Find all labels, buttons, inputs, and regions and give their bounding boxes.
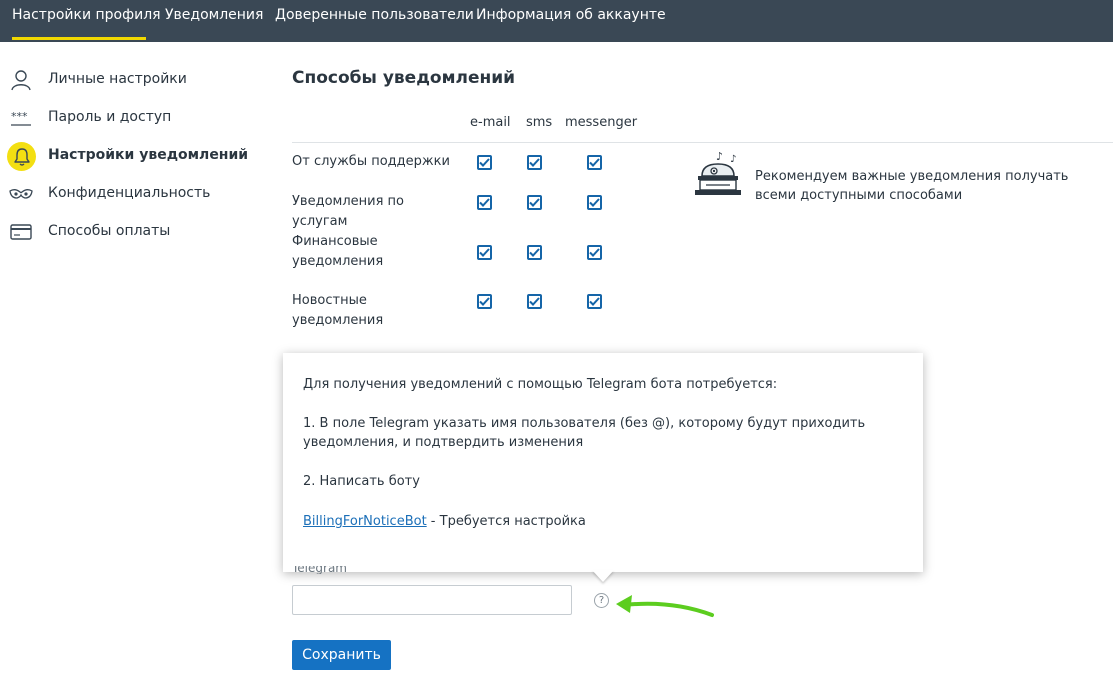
row-label-news: Новостные уведомления — [292, 293, 384, 328]
checkbox-email[interactable] — [477, 245, 492, 260]
card-icon — [8, 219, 34, 245]
telegram-label: Telegram — [292, 566, 347, 574]
save-button[interactable]: Сохранить — [292, 640, 391, 670]
popup-step2: 2. Написать боту — [303, 474, 420, 489]
column-header-messenger: messenger — [565, 115, 638, 130]
popup-pointer — [592, 570, 614, 582]
telegram-help-popup: Для получения уведомлений с помощью Tele… — [283, 353, 923, 572]
tab-account-info[interactable]: Информация об аккаунте — [476, 0, 666, 42]
help-icon[interactable]: ? — [594, 593, 609, 608]
popup-bot-line: BillingForNoticeBot - Требуется настройк… — [303, 512, 903, 531]
sidebar-item-label: Личные настройки — [48, 71, 187, 87]
checkbox-messenger[interactable] — [587, 195, 602, 210]
sidebar-item-password[interactable]: *** Пароль и доступ — [0, 101, 260, 135]
recommendation-text: Рекомендуем важные уведомления получать … — [755, 169, 1069, 203]
telegram-input[interactable] — [292, 585, 572, 615]
column-header-sms: sms — [526, 115, 553, 130]
column-header-email: e-mail — [470, 115, 511, 130]
checkmark-icon — [589, 297, 600, 306]
checkmark-icon — [479, 198, 490, 207]
checkmark-icon — [529, 198, 540, 207]
sidebar-item-label: Конфиденциальность — [48, 185, 211, 201]
sidebar-item-payment-methods[interactable]: Способы оплаты — [0, 215, 260, 249]
user-icon — [8, 67, 34, 93]
tab-notifications[interactable]: Уведомления — [165, 0, 263, 42]
checkbox-messenger[interactable] — [587, 245, 602, 260]
row-label-support: От службы поддержки — [292, 154, 450, 169]
popup-step1: 1. В поле Telegram указать имя пользоват… — [303, 416, 866, 450]
checkbox-sms[interactable] — [527, 294, 542, 309]
checkmark-icon — [529, 158, 540, 167]
svg-text:♪: ♪ — [716, 150, 723, 163]
sidebar-item-personal[interactable]: Личные настройки — [0, 63, 260, 97]
checkmark-icon — [529, 297, 540, 306]
checkmark-icon — [589, 158, 600, 167]
bot-link[interactable]: BillingForNoticeBot — [303, 514, 427, 529]
top-nav: Настройки профиля Уведомления Доверенные… — [0, 0, 1113, 42]
bell-icon — [7, 142, 36, 171]
checkbox-sms[interactable] — [527, 245, 542, 260]
checkmark-icon — [479, 158, 490, 167]
mask-icon — [8, 181, 34, 207]
password-icon: *** — [8, 105, 34, 131]
checkbox-email[interactable] — [477, 195, 492, 210]
row-label-financial: Финансовые уведомления — [292, 234, 384, 269]
checkmark-icon — [479, 297, 490, 306]
checkbox-messenger[interactable] — [587, 155, 602, 170]
sidebar-item-notification-settings[interactable]: Настройки уведомлений — [0, 139, 260, 173]
tab-profile-settings[interactable]: Настройки профиля — [12, 0, 161, 42]
sidebar-item-label: Настройки уведомлений — [48, 147, 249, 163]
sidebar-item-privacy[interactable]: Конфиденциальность — [0, 177, 260, 211]
checkbox-messenger[interactable] — [587, 294, 602, 309]
checkbox-email[interactable] — [477, 155, 492, 170]
page-title: Способы уведомлений — [292, 68, 516, 88]
robot-icon: ♪ ♪ — [695, 150, 741, 195]
checkmark-icon — [479, 248, 490, 257]
green-arrow-icon — [616, 595, 714, 617]
bot-status: - Требуется настройка — [426, 514, 586, 529]
checkbox-email[interactable] — [477, 294, 492, 309]
tab-trusted-users[interactable]: Доверенные пользователи — [275, 0, 474, 42]
checkmark-icon — [589, 248, 600, 257]
checkbox-sms[interactable] — [527, 155, 542, 170]
checkmark-icon — [529, 248, 540, 257]
divider — [292, 142, 1113, 143]
svg-text:***: *** — [11, 110, 28, 123]
row-label-services: Уведомления по услугам — [292, 194, 404, 229]
popup-intro: Для получения уведомлений с помощью Tele… — [303, 377, 778, 392]
sidebar-item-label: Способы оплаты — [48, 223, 171, 239]
checkmark-icon — [589, 198, 600, 207]
svg-text:♪: ♪ — [730, 154, 736, 165]
sidebar-item-label: Пароль и доступ — [48, 109, 172, 125]
checkbox-sms[interactable] — [527, 195, 542, 210]
